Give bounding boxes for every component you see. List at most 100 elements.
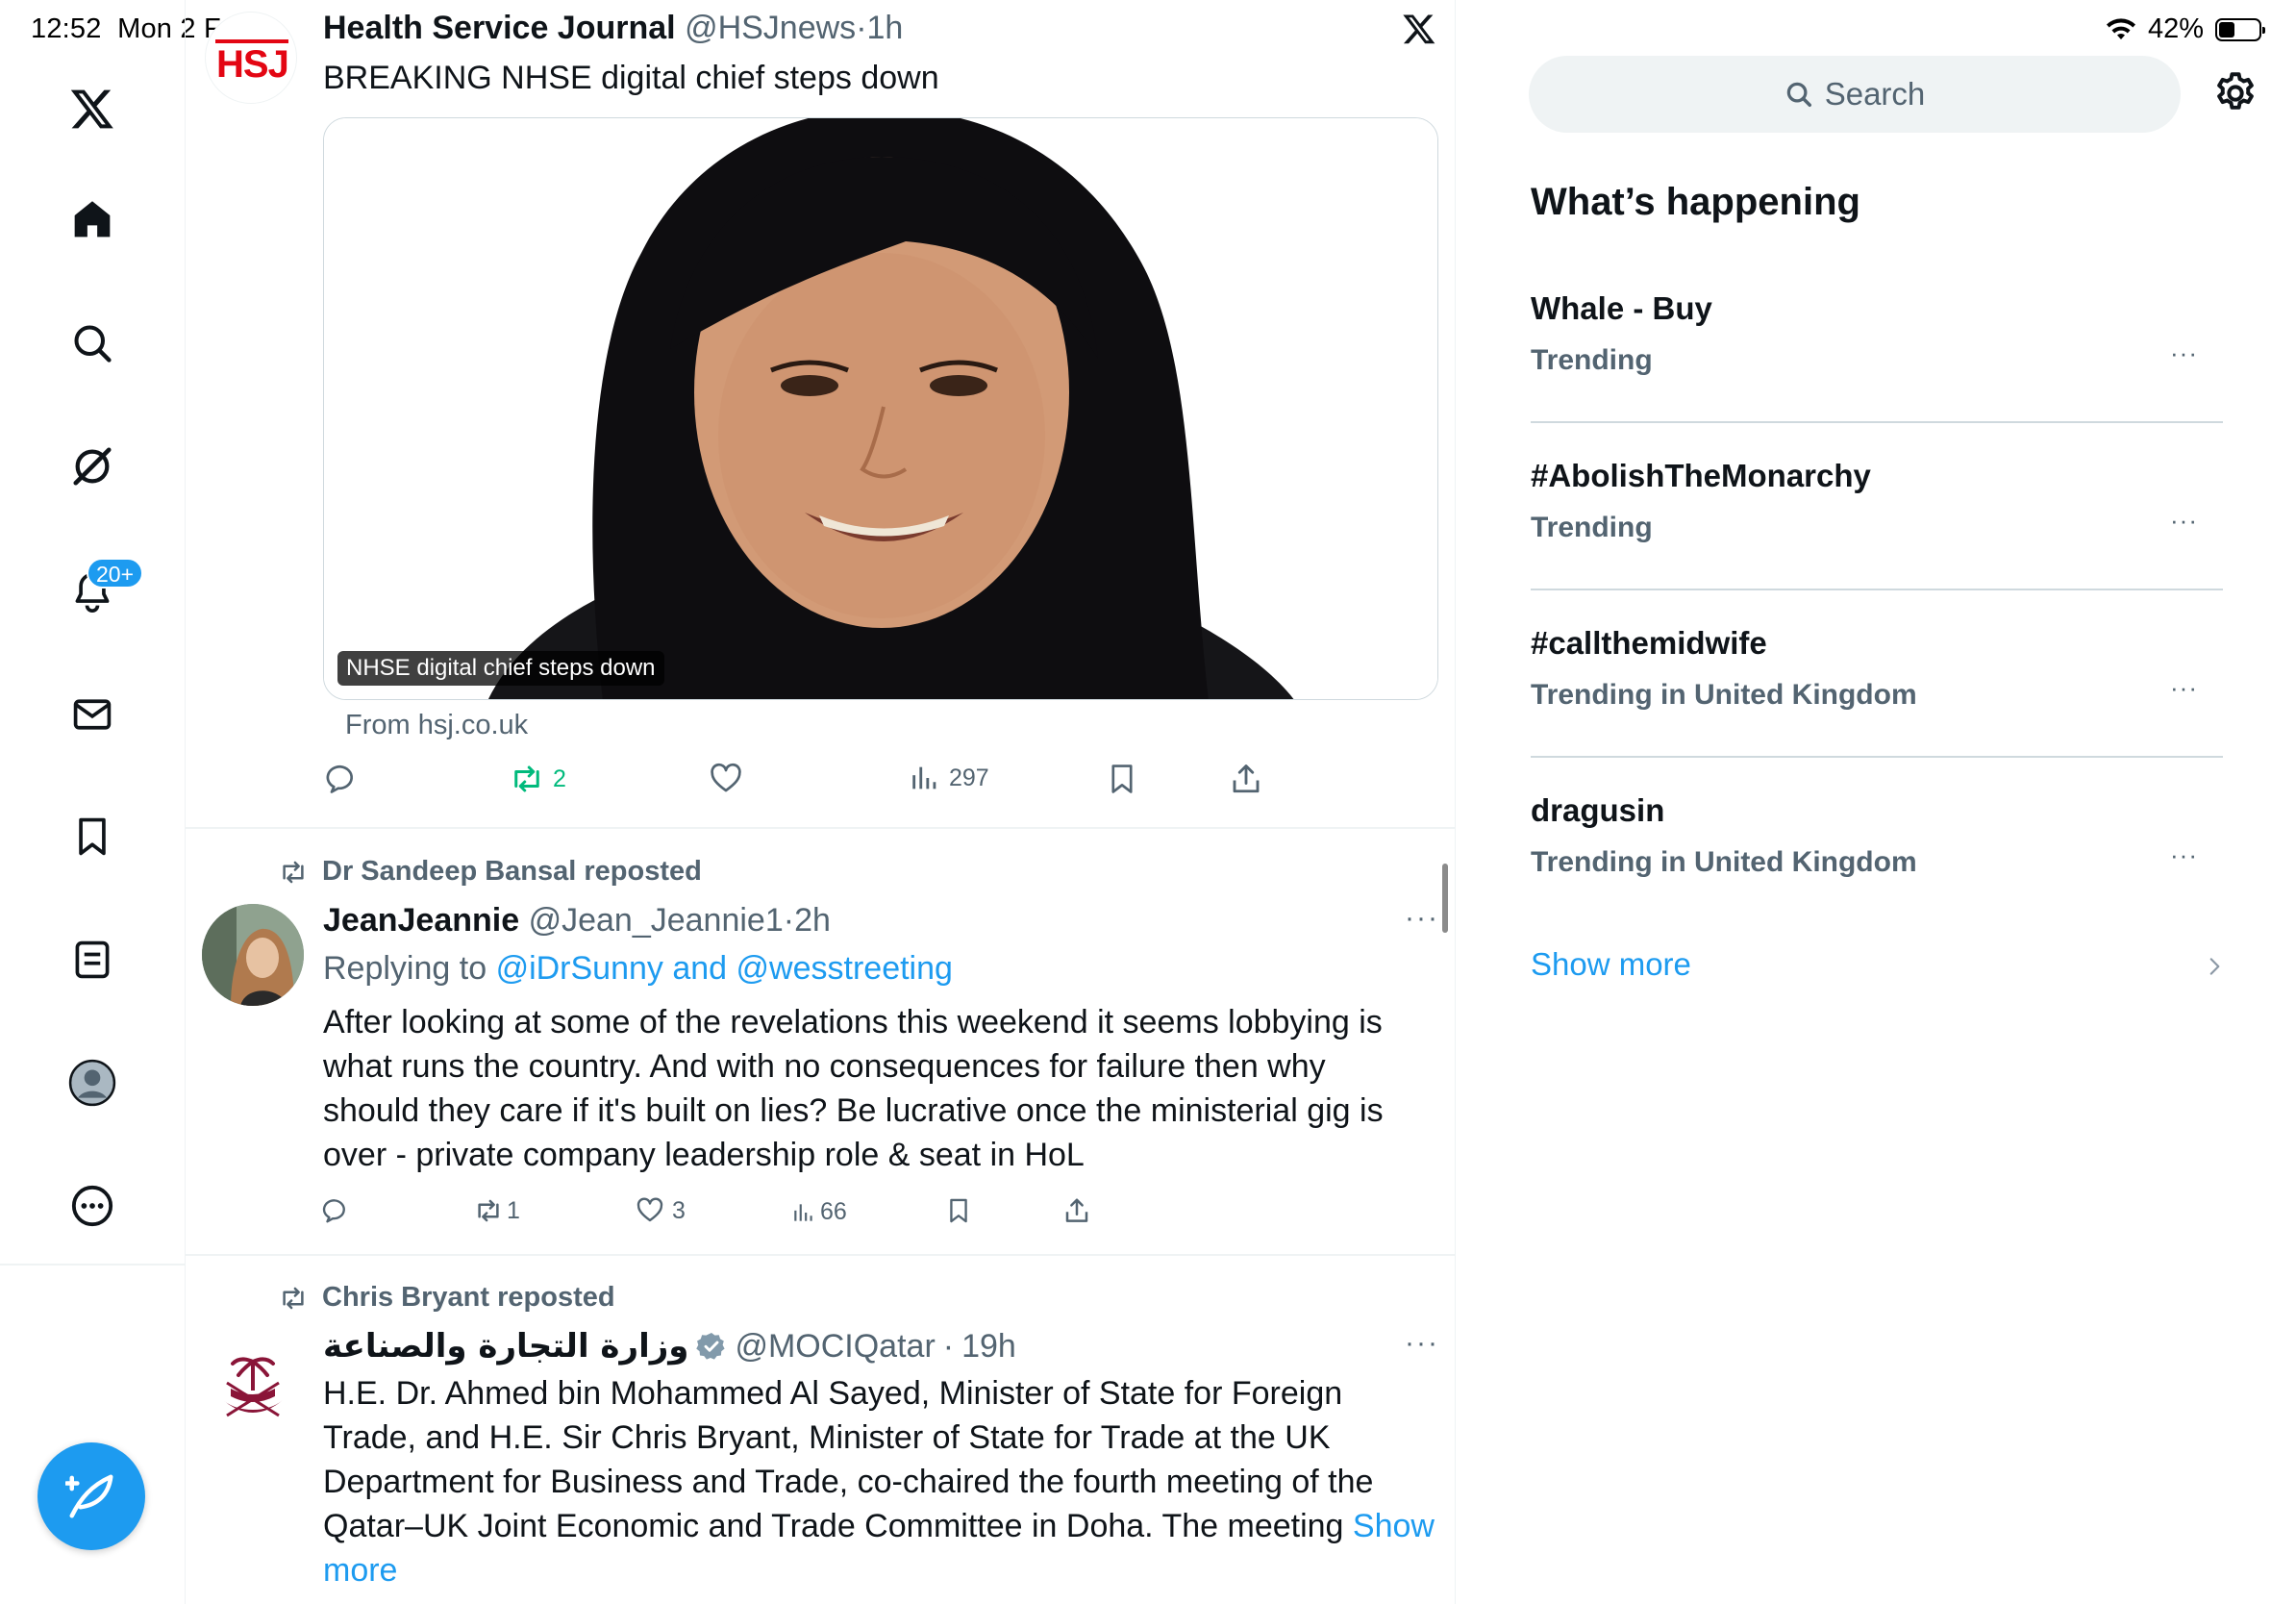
feed-scrollbar[interactable] [1442, 864, 1448, 933]
show-more-trends[interactable]: Show more [1531, 946, 1691, 983]
trend-more-button[interactable]: ··· [2170, 673, 2198, 703]
compose-button[interactable] [37, 1442, 145, 1550]
display-name[interactable]: JeanJeannie [323, 902, 519, 939]
repost-count: 1 [507, 1196, 520, 1224]
verified-badge-icon [696, 1331, 727, 1362]
tweet-more-button[interactable]: ··· [1405, 902, 1439, 935]
trend-item[interactable]: #callthemidwife Trending in United Kingd… [1531, 625, 2223, 792]
repost-icon [509, 762, 545, 796]
bookmark-button[interactable] [945, 1196, 972, 1225]
search-input[interactable]: Search [1529, 56, 2181, 133]
search-icon [1784, 80, 1813, 109]
list-icon[interactable] [63, 931, 121, 989]
grok-icon[interactable] [63, 438, 121, 495]
tweet-divider [186, 827, 1455, 829]
battery-level [2219, 21, 2235, 38]
gear-icon[interactable] [2211, 69, 2259, 117]
trend-divider [1531, 589, 2223, 590]
timeline-feed: HSJ Health Service Journal @HSJnews·1h B… [186, 0, 1456, 1604]
x-logo-icon[interactable] [63, 80, 121, 138]
more-circle-icon[interactable] [63, 1177, 121, 1235]
like-count: 3 [672, 1196, 686, 1224]
bookmark-icon [945, 1196, 972, 1225]
replying-to: Replying to @iDrSunny and @wesstreeting [323, 950, 953, 988]
trend-name: #callthemidwife [1531, 625, 1767, 661]
tweet-text-line: Qatar–UK Joint Economic and Trade Commit… [323, 1504, 1438, 1548]
trend-item[interactable]: Whale - Buy Trending ··· [1531, 290, 2223, 458]
tweet-text-line-end: Qatar–UK Joint Economic and Trade Commit… [323, 1508, 1344, 1544]
reply-button[interactable] [320, 1196, 349, 1225]
dot-separator: · [783, 902, 795, 939]
trend-context: Trending in United Kingdom [1531, 846, 1917, 878]
timestamp[interactable]: 19h [961, 1328, 1016, 1366]
timestamp[interactable]: 2h [794, 902, 831, 939]
share-icon [1062, 1196, 1091, 1225]
repost-icon [474, 1196, 503, 1225]
tweet-header: وزارة التجارة والصناعة @MOCIQatar · 19h [323, 1327, 1016, 1366]
compose-feather-icon [65, 1470, 117, 1522]
hsj-avatar[interactable]: HSJ [205, 12, 297, 104]
display-name[interactable]: وزارة التجارة والصناعة [323, 1327, 688, 1366]
trend-name: Whale - Buy [1531, 290, 1712, 326]
reply-button[interactable] [323, 762, 358, 796]
replying-to-users[interactable]: @iDrSunny and @wesstreeting [496, 950, 953, 987]
handle[interactable]: @MOCIQatar [735, 1328, 935, 1366]
search-icon[interactable] [63, 314, 121, 372]
share-button[interactable] [1062, 1196, 1091, 1225]
moci-emblem-avatar[interactable] [202, 1333, 304, 1435]
link-card[interactable]: NHSE digital chief steps down [323, 117, 1438, 700]
display-name[interactable]: Health Service Journal [323, 10, 676, 46]
share-icon [1229, 762, 1263, 796]
like-button[interactable] [709, 762, 743, 796]
share-button[interactable] [1229, 762, 1263, 796]
trend-context: Trending [1531, 512, 1653, 543]
profile-icon[interactable] [63, 1054, 121, 1112]
repost-button[interactable]: 1 [474, 1196, 520, 1225]
trend-item[interactable]: dragusin Trending in United Kingdom ··· [1531, 792, 2223, 960]
bookmark-icon [1106, 762, 1138, 796]
tweet-header: JeanJeannie @Jean_Jeannie1·2h [323, 902, 831, 940]
like-icon [709, 762, 743, 796]
repost-button[interactable]: 2 [509, 762, 566, 796]
handle[interactable]: @HSJnews [685, 10, 856, 46]
repost-attribution: Chris Bryant reposted [278, 1282, 615, 1314]
bookmark-icon[interactable] [63, 808, 121, 865]
tweet-text-line: Department for Business and Trade, co-ch… [323, 1464, 1374, 1500]
hsj-logo: HSJ [216, 43, 289, 86]
reposted-by-text[interactable]: Chris Bryant reposted [322, 1282, 615, 1314]
card-source[interactable]: From hsj.co.uk [345, 710, 528, 741]
bookmark-button[interactable] [1106, 762, 1138, 796]
battery-icon [2215, 17, 2265, 41]
reposted-by-text[interactable]: Dr Sandeep Bansal reposted [322, 856, 702, 888]
mail-icon[interactable] [63, 686, 121, 743]
tweet-text: After looking at some of the revelations… [323, 1000, 1438, 1177]
home-icon[interactable] [63, 190, 121, 248]
tweet-more-button[interactable]: ··· [1405, 1327, 1439, 1360]
jeanjeannie-avatar[interactable] [202, 904, 304, 1006]
article-photo [324, 118, 1437, 699]
timestamp[interactable]: 1h [867, 10, 904, 46]
reply-icon [323, 762, 358, 796]
views-button[interactable]: 66 [791, 1198, 847, 1226]
trend-name: dragusin [1531, 792, 1665, 828]
trend-item[interactable]: #AbolishTheMonarchy Trending ··· [1531, 458, 2223, 625]
trend-more-button[interactable]: ··· [2170, 506, 2198, 536]
tweet-divider [186, 1254, 1455, 1256]
chevron-right-icon[interactable] [2202, 952, 2227, 981]
trend-more-button[interactable]: ··· [2170, 840, 2198, 870]
show-more-link[interactable]: Show [1353, 1508, 1435, 1544]
views-button[interactable]: 297 [909, 762, 989, 794]
handle[interactable]: @Jean_Jeannie1 [529, 902, 784, 939]
like-button[interactable]: 3 [636, 1196, 686, 1225]
reply-icon [320, 1196, 349, 1225]
views-count: 66 [820, 1198, 847, 1225]
battery-percent: 42% [2147, 13, 2204, 44]
tweet-text-line: should they care if it's built on lies? … [323, 1092, 1384, 1129]
status-indicators: 42% [2106, 13, 2265, 45]
notification-badge: 20+ [87, 558, 144, 589]
show-more-link-cont[interactable]: more [323, 1548, 1438, 1592]
tweet-text-line: what runs the country. And with no conse… [323, 1048, 1326, 1085]
trend-more-button[interactable]: ··· [2170, 338, 2198, 368]
like-icon [636, 1196, 664, 1225]
dot-separator: · [856, 10, 867, 46]
